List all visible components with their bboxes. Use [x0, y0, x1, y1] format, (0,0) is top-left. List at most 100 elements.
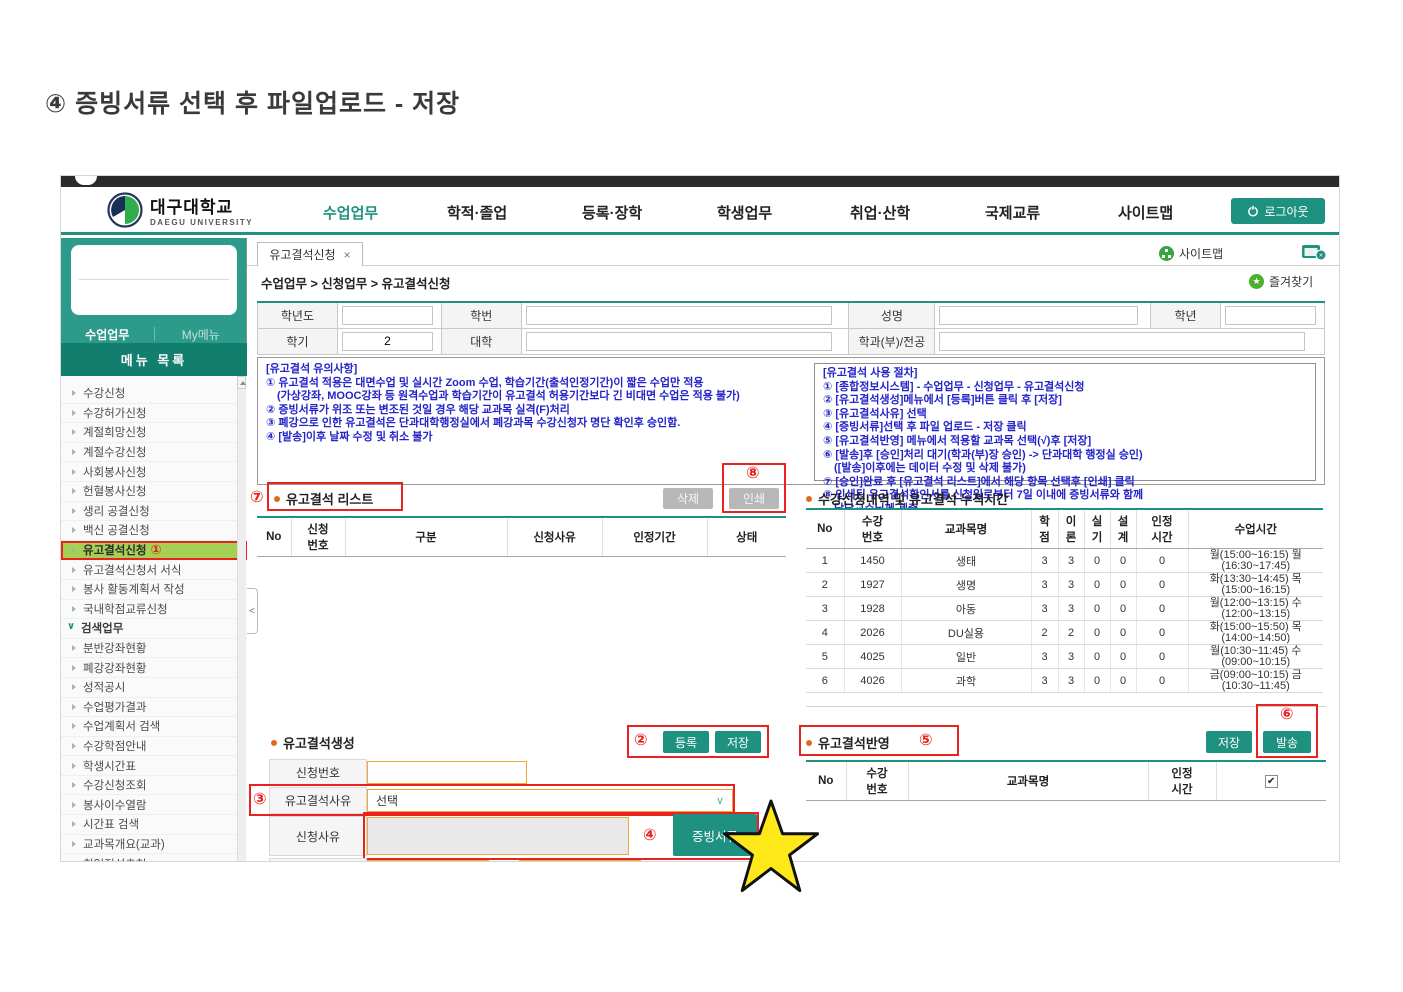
bullet-icon: [806, 740, 812, 746]
nav-career-industry[interactable]: 취업·산학: [850, 202, 910, 223]
create-save-button[interactable]: 저장: [715, 731, 761, 753]
apply-save-button[interactable]: 저장: [1206, 731, 1252, 753]
sidebar-item-closed-classes[interactable]: 폐강강좌현황: [61, 658, 247, 678]
triangle-icon: [72, 586, 76, 592]
sidebar-item-student-timetable[interactable]: 학생시간표: [61, 756, 247, 776]
table-row[interactable]: 54025일반33000월(10:30~11:45) 수(09:00~10:15…: [806, 645, 1323, 669]
triangle-icon: [72, 449, 76, 455]
apply-no-input[interactable]: [367, 761, 527, 784]
name-input[interactable]: [939, 306, 1137, 325]
triangle-icon: [72, 488, 76, 494]
content-tab-absence[interactable]: 유고결석신청 ×: [257, 242, 363, 266]
logout-button[interactable]: 로그아웃: [1231, 198, 1325, 224]
tab-close-icon[interactable]: ×: [344, 248, 351, 262]
panel-collapse-handle[interactable]: <: [247, 588, 258, 634]
send-button[interactable]: 발송: [1263, 731, 1311, 753]
sidebar-item-seasonal-registration[interactable]: 계절수강신청: [61, 443, 247, 463]
sidebar-item-service-record[interactable]: 봉사이수열람: [61, 795, 247, 815]
sidebar-tab-course[interactable]: 수업업무: [61, 326, 154, 343]
student-info-form: 학년도 학번 성명 학년 학기 대학 학과(부)/전공: [257, 301, 1325, 355]
sitemap-link[interactable]: 사이트맵: [1159, 245, 1223, 262]
favorite-link[interactable]: ★ 즐겨찾기: [1249, 273, 1313, 290]
register-button[interactable]: 등록: [663, 731, 709, 753]
credit-table-title: 수강신청내역 및 유고결석 누적시간: [806, 489, 1008, 508]
sidebar-item-absence-apply[interactable]: 유고결석신청①: [61, 541, 247, 561]
delete-button[interactable]: 삭제: [663, 488, 713, 509]
sidebar-item-vaccine-absence[interactable]: 백신 공결신청: [61, 521, 247, 541]
nav-student-affairs[interactable]: 학생업무: [717, 202, 772, 223]
sidebar-item-registration-inquiry[interactable]: 수강신청조회: [61, 776, 247, 796]
sidebar-group-search[interactable]: ∨검색업무: [61, 619, 247, 639]
window-export-icon[interactable]: ×: [1301, 244, 1327, 261]
sidebar-item-class-evaluation[interactable]: 수업평가결과: [61, 698, 247, 718]
nav-international[interactable]: 국제교류: [985, 202, 1040, 223]
menu-list-header: 메뉴 목록: [61, 343, 247, 376]
sidebar-item-career-aptitude[interactable]: 취업적성추천: [61, 854, 247, 862]
triangle-icon: [72, 723, 76, 729]
reason-type-select[interactable]: 선택 ∨: [367, 789, 733, 812]
triangle-icon: [72, 469, 76, 475]
student-id-input[interactable]: [526, 306, 832, 325]
section-divider: [806, 706, 1326, 707]
sidebar-menu-list: 수강신청 수강허가신청 계절희망신청 계절수강신청 사회봉사신청 헌혈봉사신청 …: [61, 376, 247, 862]
sidebar-item-grade-posting[interactable]: 성적공시: [61, 678, 247, 698]
label-period: 인정기간: [269, 858, 367, 862]
sidebar-item-timetable-search[interactable]: 시간표 검색: [61, 815, 247, 835]
year-input[interactable]: [342, 306, 433, 325]
triangle-icon: [72, 763, 76, 769]
nav-records-graduation[interactable]: 학적·졸업: [447, 202, 507, 223]
sidebar-item-menstrual-absence[interactable]: 생리 공결신청: [61, 502, 247, 522]
sidebar-scrollbar[interactable]: [237, 376, 246, 862]
grade-input[interactable]: [1225, 306, 1316, 325]
sidebar-item-domestic-credit[interactable]: 국내학점교류신청: [61, 600, 247, 620]
absence-list-title: 유고결석 리스트: [274, 489, 373, 508]
sidebar-item-service-plan[interactable]: 봉사 활동계획서 작성: [61, 580, 247, 600]
sidebar-item-credit-guide[interactable]: 수강학점안내: [61, 737, 247, 757]
triangle-icon: [72, 665, 76, 671]
table-row[interactable]: 64026과학33000금(09:00~10:15) 금(10:30~11:45…: [806, 669, 1323, 693]
period-start-input[interactable]: [367, 860, 489, 862]
period-end-input[interactable]: [519, 860, 641, 862]
notice-box: [유고결석 유의사항] ① 유고결석 적용은 대면수업 및 실시간 Zoom 수…: [257, 357, 1325, 485]
sidebar-item-absence-form[interactable]: 유고결석신청서 서식: [61, 560, 247, 580]
credit-table: No수강 번호 교과목명학 점 이 론실 기 설 계인정 시간 수업시간 114…: [806, 508, 1323, 693]
term-input[interactable]: [342, 332, 433, 351]
label-term: 학기: [258, 328, 338, 354]
notice-left-title: [유고결석 유의사항]: [266, 363, 740, 377]
reason-input[interactable]: [367, 817, 629, 855]
sidebar-item-course-outline[interactable]: 교과목개요(교과): [61, 835, 247, 855]
label-apply-no: 신청번호: [269, 759, 367, 786]
bullet-icon: [274, 496, 280, 502]
major-input[interactable]: [939, 332, 1304, 351]
sidebar-item-course-permission[interactable]: 수강허가신청: [61, 404, 247, 424]
select-all-checkbox[interactable]: ✔: [1265, 775, 1278, 788]
annotation-number-1: ①: [150, 542, 161, 558]
sidebar-item-blood-donation[interactable]: 헌혈봉사신청: [61, 482, 247, 502]
logo-subtext: DAEGU UNIVERSITY: [150, 218, 253, 227]
app-header: 대구대학교 DAEGU UNIVERSITY 수업업무 학적·졸업 등록·장학 …: [61, 187, 1340, 235]
sidebar-item-divided-classes[interactable]: 분반강좌현황: [61, 639, 247, 659]
table-row[interactable]: 11450생태33000월(15:00~16:15) 월(16:30~17:45…: [806, 549, 1323, 573]
bullet-icon: [271, 740, 277, 746]
tab-label: 유고결석신청: [269, 246, 335, 263]
absence-list-table: No 신청 번호 구분 신청사유 인정기간 상태: [257, 516, 786, 557]
nav-registration-scholarship[interactable]: 등록·장학: [582, 202, 642, 223]
label-name: 성명: [849, 302, 935, 328]
sidebar-item-social-service[interactable]: 사회봉사신청: [61, 462, 247, 482]
print-button[interactable]: 인쇄: [729, 488, 779, 509]
user-info-box: [71, 245, 237, 315]
nav-course-affairs[interactable]: 수업업무: [323, 202, 378, 223]
sidebar-tab-mymenu[interactable]: My메뉴: [155, 326, 248, 343]
table-row[interactable]: 21927생명33000화(13:30~14:45) 목(15:00~16:15…: [806, 573, 1323, 597]
nav-sitemap[interactable]: 사이트맵: [1118, 202, 1173, 223]
triangle-icon: [72, 390, 76, 396]
scroll-up-icon[interactable]: [237, 376, 246, 389]
sidebar-item-seasonal-hope[interactable]: 계절희망신청: [61, 423, 247, 443]
annotation-number-5: ⑤: [919, 733, 933, 749]
apply-section-title: 유고결석반영: [806, 733, 890, 752]
table-row[interactable]: 31928아동33000월(12:00~13:15) 수(12:00~13:15…: [806, 597, 1323, 621]
sidebar-item-syllabus-search[interactable]: 수업계획서 검색: [61, 717, 247, 737]
table-row[interactable]: 42026DU실용22000화(15:00~15:50) 목(14:00~14:…: [806, 621, 1323, 645]
sidebar-item-course-registration[interactable]: 수강신청: [61, 384, 247, 404]
college-input[interactable]: [526, 332, 832, 351]
